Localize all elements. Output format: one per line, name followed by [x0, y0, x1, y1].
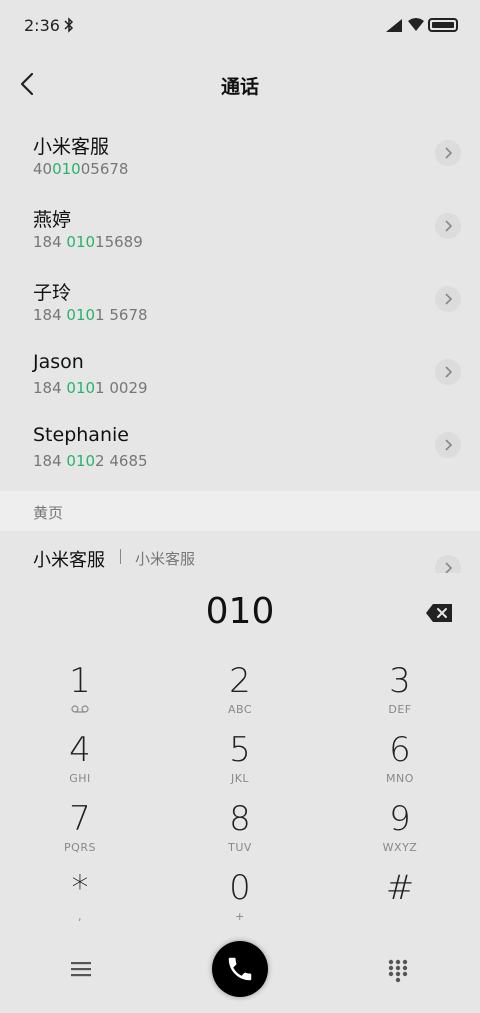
separator	[120, 549, 121, 564]
dialed-number: 010	[205, 591, 275, 632]
chevron-right-icon	[445, 562, 453, 573]
voicemail-icon	[71, 705, 89, 713]
header: 通话	[0, 52, 480, 116]
yellow-page-detail-button[interactable]	[435, 555, 461, 573]
contact-name: Stephanie	[33, 424, 129, 446]
contact-row[interactable]: 小米客服 4001005678	[0, 118, 480, 191]
key-5[interactable]: 5 JKL	[180, 730, 300, 796]
call-button[interactable]	[212, 941, 268, 997]
key-3[interactable]: 3 DEF	[340, 661, 460, 727]
contact-number: 184 0102 4685	[33, 452, 148, 470]
battery-icon	[428, 18, 458, 32]
section-header-yellow-pages: 黄页	[0, 491, 480, 531]
contact-name: 子玲	[33, 282, 72, 304]
contact-list: 小米客服 4001005678 燕婷 184 01015689 子玲 184 0…	[0, 118, 480, 483]
contact-detail-button[interactable]	[435, 359, 461, 385]
contact-number: 4001005678	[33, 160, 129, 178]
key-star[interactable]: * ,	[20, 868, 140, 934]
chevron-right-icon	[445, 147, 453, 159]
bluetooth-icon	[64, 17, 74, 33]
contact-number: 184 0101 5678	[33, 306, 148, 324]
page-title: 通话	[220, 76, 259, 98]
menu-icon[interactable]	[70, 961, 92, 977]
backspace-icon[interactable]	[426, 603, 453, 623]
status-bar: 2:36	[0, 0, 480, 52]
contact-name: Jason	[33, 351, 84, 373]
contact-row[interactable]: Stephanie 184 0102 4685	[0, 410, 480, 483]
wifi-icon	[408, 18, 424, 31]
contact-number: 184 0101 0029	[33, 379, 148, 397]
key-4[interactable]: 4 GHI	[20, 730, 140, 796]
yellow-page-name: 小米客服	[33, 550, 105, 571]
key-2[interactable]: 2 ABC	[180, 661, 300, 727]
status-time: 2:36	[24, 16, 60, 35]
chevron-right-icon	[445, 439, 453, 451]
phone-icon	[228, 957, 252, 981]
key-1[interactable]: 1	[20, 661, 140, 727]
contact-name: 燕婷	[33, 209, 72, 231]
contact-detail-button[interactable]	[435, 432, 461, 458]
yellow-page-row[interactable]: 小米客服 小米客服	[0, 531, 480, 573]
key-0[interactable]: 0 +	[180, 868, 300, 934]
contact-detail-button[interactable]	[435, 140, 461, 166]
yellow-page-subtitle: 小米客服	[135, 550, 196, 568]
contact-number: 184 01015689	[33, 233, 143, 251]
contact-row[interactable]: 燕婷 184 01015689	[0, 191, 480, 264]
chevron-right-icon	[445, 293, 453, 305]
dialer-bottom-bar	[0, 941, 480, 1013]
keypad-icon[interactable]	[388, 959, 408, 983]
key-hash[interactable]: #	[340, 868, 460, 934]
contact-row[interactable]: 子玲 184 0101 5678	[0, 264, 480, 337]
dialer-panel: 010 1 2 ABC 3 DEF 4 GHI 5 JKL 6 MNO 7 PQ…	[0, 573, 480, 1013]
section-label: 黄页	[33, 504, 64, 522]
key-6[interactable]: 6 MNO	[340, 730, 460, 796]
key-9[interactable]: 9 WXYZ	[340, 799, 460, 865]
signal-icon	[386, 19, 402, 32]
contact-detail-button[interactable]	[435, 213, 461, 239]
chevron-right-icon	[445, 220, 453, 232]
contact-row[interactable]: Jason 184 0101 0029	[0, 337, 480, 410]
key-8[interactable]: 8 TUV	[180, 799, 300, 865]
chevron-right-icon	[445, 366, 453, 378]
contact-name: 小米客服	[33, 136, 110, 158]
contact-detail-button[interactable]	[435, 286, 461, 312]
key-7[interactable]: 7 PQRS	[20, 799, 140, 865]
